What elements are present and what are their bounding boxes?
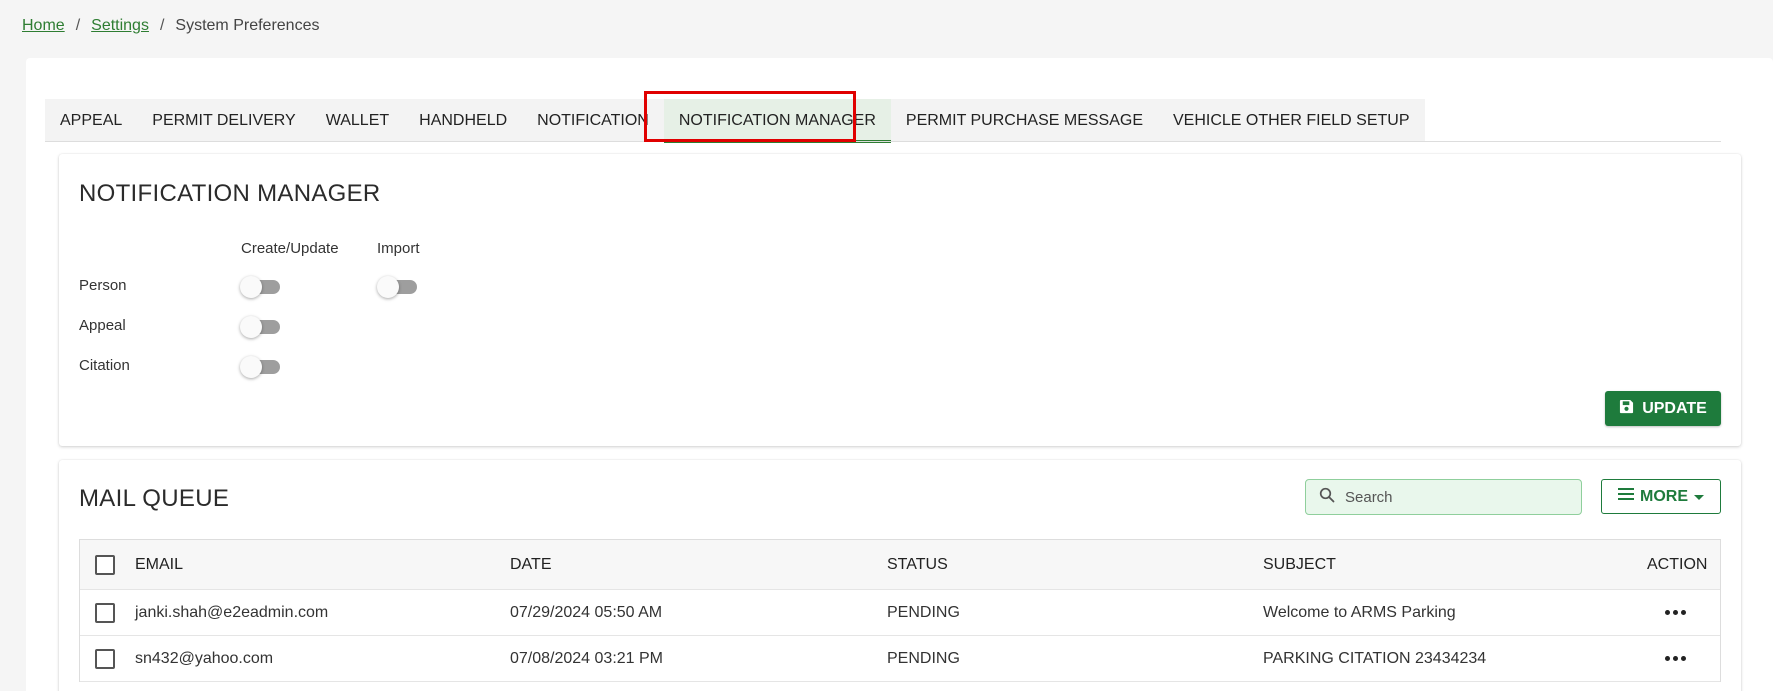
more-button-label: MORE xyxy=(1640,487,1688,505)
tab-permit-purchase-message[interactable]: PERMIT PURCHASE MESSAGE xyxy=(891,99,1158,142)
toggle-thumb xyxy=(377,276,399,298)
tab-notification[interactable]: NOTIFICATION xyxy=(522,99,664,142)
tab-appeal[interactable]: APPEAL xyxy=(45,99,137,142)
update-button-label: UPDATE xyxy=(1642,399,1707,417)
row-status: PENDING xyxy=(887,649,960,667)
breadcrumb-current: System Preferences xyxy=(175,17,320,34)
row-date: 07/29/2024 05:50 AM xyxy=(510,603,663,621)
header-date[interactable]: DATE xyxy=(510,540,551,589)
toggle-thumb xyxy=(240,316,262,338)
row-date: 07/08/2024 03:21 PM xyxy=(510,649,664,667)
menu-icon xyxy=(1618,487,1634,506)
search-input[interactable] xyxy=(1345,488,1565,506)
person-create-update-toggle[interactable] xyxy=(240,275,282,299)
row-checkbox[interactable] xyxy=(95,648,115,669)
citation-create-update-toggle[interactable] xyxy=(240,355,282,379)
header-email[interactable]: EMAIL xyxy=(135,540,183,589)
search-field[interactable] xyxy=(1305,479,1582,515)
tab-handheld[interactable]: HANDHELD xyxy=(404,99,522,142)
more-horizontal-icon[interactable] xyxy=(1665,636,1686,681)
caret-down-icon xyxy=(1694,488,1704,506)
row-appeal-label: Appeal xyxy=(79,317,126,334)
update-button[interactable]: UPDATE xyxy=(1605,391,1721,426)
table-header: EMAIL DATE STATUS SUBJECT ACTION xyxy=(80,540,1720,590)
tab-permit-delivery[interactable]: PERMIT DELIVERY xyxy=(137,99,310,142)
tab-wallet[interactable]: WALLET xyxy=(311,99,404,142)
breadcrumb-home-link[interactable]: Home xyxy=(22,17,65,35)
row-subject: Welcome to ARMS Parking xyxy=(1263,603,1456,621)
select-all-checkbox[interactable] xyxy=(95,554,115,575)
breadcrumb-separator: / xyxy=(75,17,81,34)
header-action: ACTION xyxy=(1647,555,1708,573)
person-import-toggle[interactable] xyxy=(377,275,419,299)
toggle-thumb xyxy=(240,356,262,378)
header-status[interactable]: STATUS xyxy=(887,540,948,589)
row-checkbox[interactable] xyxy=(95,602,115,623)
breadcrumb: Home / Settings / System Preferences xyxy=(22,17,319,35)
row-person-label: Person xyxy=(79,277,127,294)
save-icon xyxy=(1619,399,1634,419)
row-email: sn432@yahoo.com xyxy=(135,649,274,667)
breadcrumb-separator: / xyxy=(159,17,165,34)
table-row: sn432@yahoo.com 07/08/2024 03:21 PM PEND… xyxy=(80,636,1720,682)
search-icon xyxy=(1319,487,1335,508)
column-import-label: Import xyxy=(377,240,420,257)
tab-vehicle-other-field-setup[interactable]: VEHICLE OTHER FIELD SETUP xyxy=(1158,99,1425,142)
more-button[interactable]: MORE xyxy=(1601,479,1721,514)
breadcrumb-settings-link[interactable]: Settings xyxy=(91,17,149,35)
row-status: PENDING xyxy=(887,603,960,621)
more-horizontal-icon[interactable] xyxy=(1665,590,1686,635)
column-create-update-label: Create/Update xyxy=(241,240,339,257)
mail-queue-title: MAIL QUEUE xyxy=(79,485,230,512)
active-tab-highlight xyxy=(644,91,856,142)
toggle-thumb xyxy=(240,276,262,298)
mail-queue-table: EMAIL DATE STATUS SUBJECT ACTION janki.s… xyxy=(79,539,1721,682)
row-subject: PARKING CITATION 23434234 xyxy=(1263,649,1487,667)
row-citation-label: Citation xyxy=(79,357,130,374)
tabs-divider xyxy=(45,141,1721,142)
row-email: janki.shah@e2eadmin.com xyxy=(135,603,329,621)
table-row: janki.shah@e2eadmin.com 07/29/2024 05:50… xyxy=(80,590,1720,636)
appeal-create-update-toggle[interactable] xyxy=(240,315,282,339)
header-subject[interactable]: SUBJECT xyxy=(1263,540,1336,589)
notification-manager-title: NOTIFICATION MANAGER xyxy=(79,180,381,207)
